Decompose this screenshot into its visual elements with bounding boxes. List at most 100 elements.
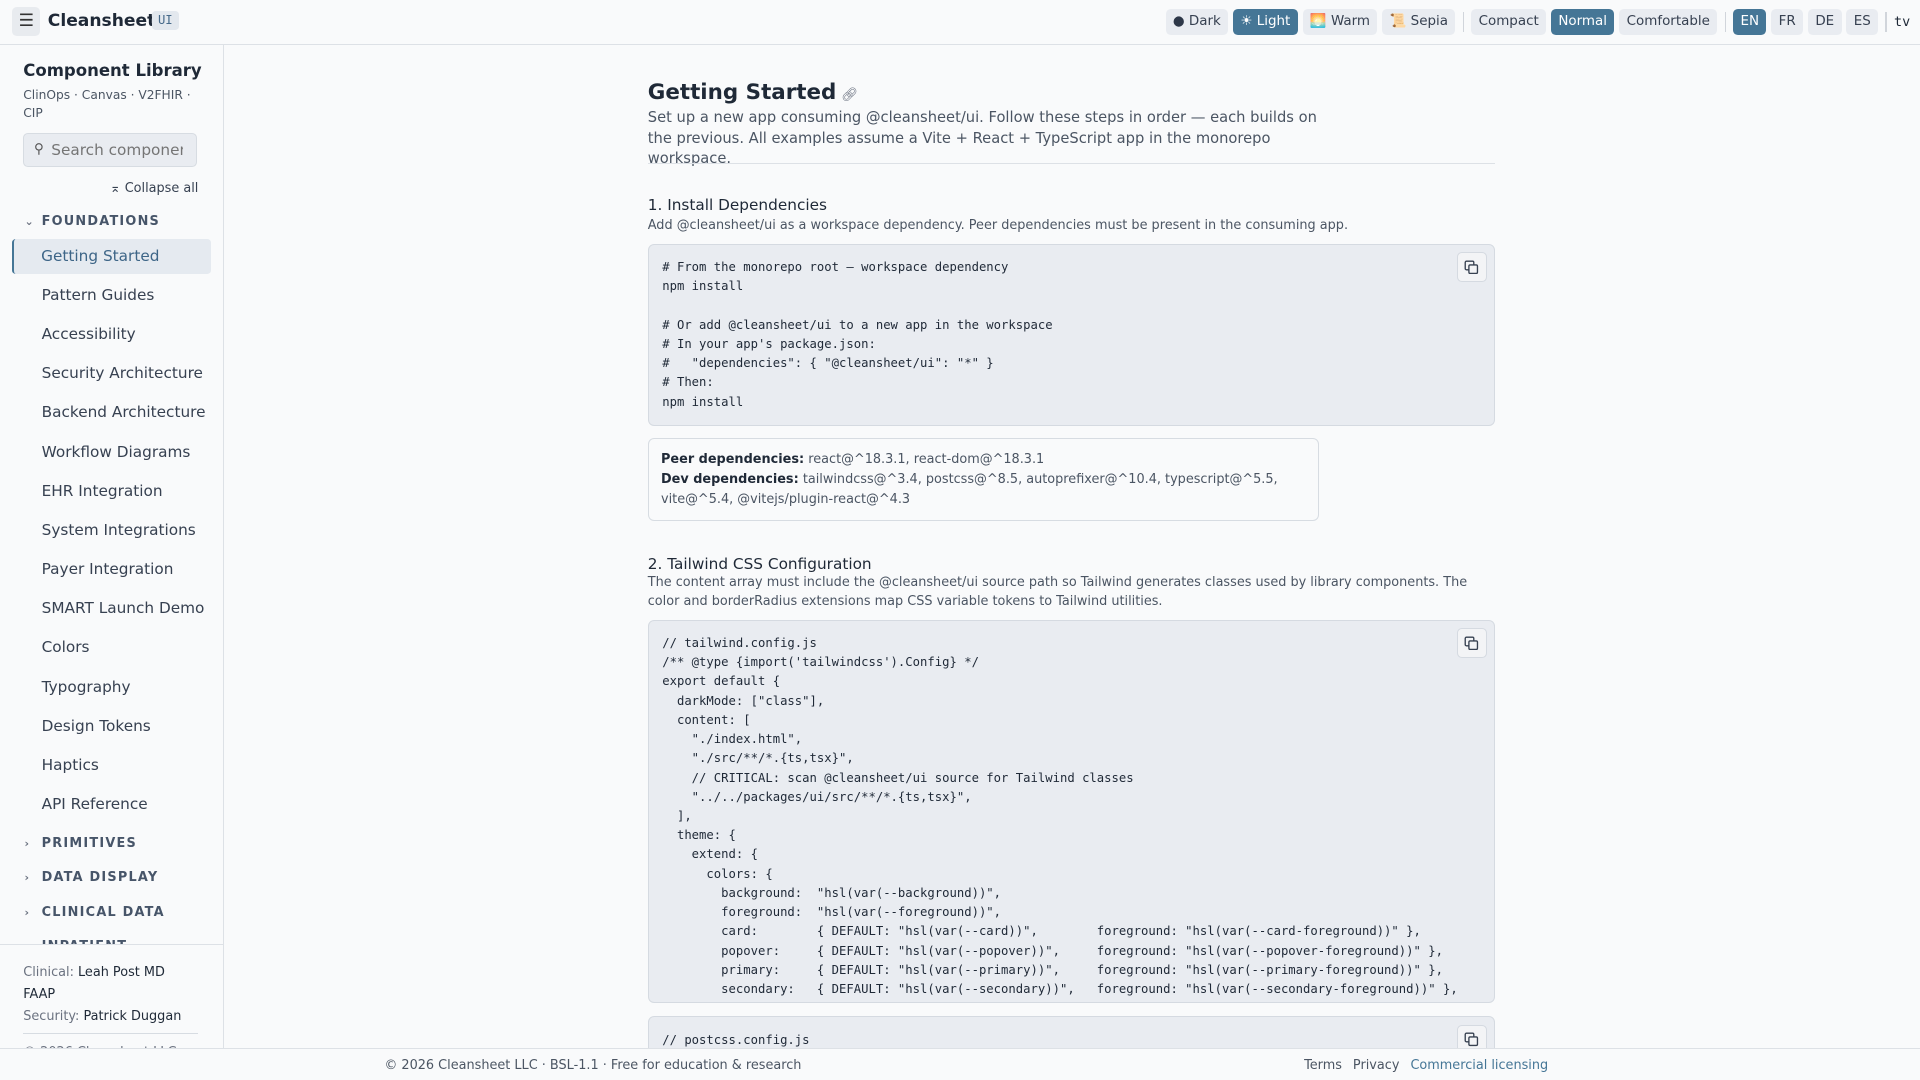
brand-name: Cleansheet (47, 11, 156, 32)
nav-group-clinical-data[interactable]: › CLINICAL DATA (0, 895, 223, 929)
code-block-install: # From the monorepo root — workspace dep… (647, 243, 1496, 427)
copy-button[interactable] (1456, 1024, 1487, 1049)
top-bar: ☰ Cleansheet UI ● Dark ☀ Light 🌅 Warm 📜 … (0, 0, 1920, 46)
step1-heading: 1. Install Dependencies (647, 195, 827, 214)
peer-dependencies: Peer dependencies: react@^18.3.1, react-… (661, 450, 1306, 470)
code-block-tailwind: // tailwind.config.js /** @type {import(… (647, 619, 1496, 1003)
chevron-right-icon: › (24, 871, 30, 885)
divider (1462, 12, 1464, 32)
app: ☰ Cleansheet UI ● Dark ☀ Light 🌅 Warm 📜 … (0, 0, 1920, 1080)
nav-group-label: DATA DISPLAY (41, 870, 159, 886)
tv-mode-button[interactable]: tv (1894, 15, 1910, 30)
hamburger-menu-button[interactable]: ☰ (12, 7, 41, 36)
lang-de-button[interactable]: DE (1807, 8, 1842, 36)
sidebar-item-workflow-diagrams[interactable]: Workflow Diagrams (12, 435, 210, 471)
search-box[interactable]: ⚲ (23, 133, 198, 167)
theme-warm-button[interactable]: 🌅 Warm (1302, 8, 1378, 36)
sidebar-item-api-reference[interactable]: API Reference (12, 787, 210, 823)
dark-icon: ● (1172, 14, 1185, 30)
sidebar-item-getting-started[interactable]: Getting Started (12, 238, 211, 275)
copy-button[interactable] (1456, 252, 1487, 283)
step2-heading: 2. Tailwind CSS Configuration (647, 554, 872, 573)
link-icon[interactable]: 🔗︎ (841, 88, 858, 103)
sidebar-item-accessibility[interactable]: Accessibility (12, 317, 210, 353)
chevron-down-icon: ⌄ (24, 215, 34, 229)
lang-fr-button[interactable]: FR (1771, 8, 1804, 36)
nav-group-data-display[interactable]: › DATA DISPLAY (0, 861, 223, 895)
code-text[interactable]: // tailwind.config.js /** @type {import(… (649, 621, 1494, 1002)
sidebar-item-typography[interactable]: Typography (12, 670, 210, 706)
sidebar-item-payer-integration[interactable]: Payer Integration (12, 552, 210, 588)
terms-link[interactable]: Terms (1304, 1058, 1342, 1073)
divider (1724, 12, 1726, 32)
dependencies-box: Peer dependencies: react@^18.3.1, react-… (647, 438, 1319, 522)
security-name: Patrick Duggan (83, 1009, 182, 1025)
footer-license: © 2026 Cleansheet LLC · BSL-1.1 · Free f… (384, 1057, 802, 1073)
chevron-right-icon: › (24, 905, 30, 919)
dev-dependencies: Dev dependencies: tailwindcss@^3.4, post… (661, 470, 1306, 509)
density-compact-button[interactable]: Compact (1471, 8, 1547, 36)
privacy-link[interactable]: Privacy (1353, 1058, 1400, 1073)
density-comfortable-button[interactable]: Comfortable (1619, 8, 1718, 36)
label: Collapse all (124, 181, 199, 197)
nav-group-inpatient[interactable]: ›INPATIENT (0, 929, 223, 944)
divider (1885, 12, 1887, 32)
code-block-postcss: // postcss.config.js (647, 1016, 1496, 1049)
sidebar-title: Component Library (23, 61, 202, 81)
brand-badge: UI (151, 11, 179, 30)
sun-icon: ☀ (1240, 14, 1253, 30)
label: Security: (23, 1009, 80, 1025)
nav-group-foundations[interactable]: ⌄ FOUNDATIONS (0, 204, 223, 238)
page-footer: © 2026 Cleansheet LLC · BSL-1.1 · Free f… (0, 1048, 1920, 1080)
sidebar-item-haptics[interactable]: Haptics (12, 748, 210, 784)
main-content[interactable]: Getting Started 🔗︎ Set up a new app consu… (224, 45, 1920, 1049)
sidebar-item-pattern-guides[interactable]: Pattern Guides (12, 278, 210, 314)
page-title: Getting Started 🔗︎ (648, 80, 859, 105)
clinical-credit: Clinical: Leah Post MD FAAP (23, 962, 199, 1006)
label: Warm (1330, 14, 1371, 30)
lang-es-button[interactable]: ES (1846, 8, 1879, 36)
step2-description: The content array must include the @clea… (647, 575, 1468, 609)
nav-group-label: FOUNDATIONS (41, 214, 161, 230)
copy-icon (1464, 1032, 1479, 1047)
menu-icon: ☰ (18, 11, 34, 32)
commercial-licensing-link[interactable]: Commercial licensing (1410, 1058, 1548, 1073)
theme-sepia-button[interactable]: 📜 Sepia (1382, 8, 1456, 36)
nav-group-primitives[interactable]: › PRIMITIVES (0, 826, 223, 860)
label: Light (1256, 14, 1291, 30)
toolbar: ● Dark ☀ Light 🌅 Warm 📜 Sepia Compact No… (1165, 8, 1910, 36)
theme-light-button[interactable]: ☀ Light (1233, 8, 1298, 36)
search-icon: ⚲ (34, 142, 44, 158)
code-text[interactable]: // postcss.config.js (649, 1017, 1494, 1048)
scroll-icon: 📜 (1389, 14, 1407, 30)
sidebar-item-design-tokens[interactable]: Design Tokens (12, 709, 210, 745)
security-credit: Security: Patrick Duggan (23, 1006, 199, 1028)
label: Clinical: (23, 965, 74, 981)
sidebar-item-ehr-integration[interactable]: EHR Integration (12, 474, 210, 510)
page-intro: Set up a new app consuming @cleansheet/u… (647, 108, 1317, 168)
copy-button[interactable] (1456, 627, 1487, 659)
nav-group-label: PRIMITIVES (41, 835, 138, 851)
density-normal-button[interactable]: Normal (1551, 8, 1615, 36)
label: Peer dependencies: (660, 452, 805, 468)
theme-dark-button[interactable]: ● Dark (1165, 8, 1229, 36)
sunrise-icon: 🌅 (1309, 14, 1327, 30)
copy-icon (1464, 260, 1479, 274)
step1-description: Add @cleansheet/ui as a workspace depend… (647, 217, 1349, 233)
sidebar-item-smart-launch-demo[interactable]: SMART Launch Demo (12, 591, 210, 627)
search-input[interactable] (51, 140, 184, 159)
code-text[interactable]: # From the monorepo root — workspace dep… (649, 245, 1494, 425)
sidebar-subtitle: ClinOps · Canvas · V2FHIR · CIP (23, 87, 191, 121)
sidebar-item-security-architecture[interactable]: Security Architecture (12, 356, 210, 392)
footer-links: Terms Privacy Commercial licensing (1304, 1058, 1548, 1073)
sidebar-item-backend-architecture[interactable]: Backend Architecture (12, 395, 210, 431)
nav-group-label: CLINICAL DATA (41, 904, 165, 920)
value: react@^18.3.1, react-dom@^18.3.1 (808, 452, 1045, 468)
sidebar-nav: ⌄ FOUNDATIONS Getting Started Pattern Guide… (0, 204, 223, 944)
sidebar-item-system-integrations[interactable]: System Integrations (12, 513, 210, 549)
collapse-all-button[interactable]: ⌅ Collapse all (110, 181, 199, 196)
title-text: Getting Started (647, 79, 837, 105)
sidebar-item-colors[interactable]: Colors (12, 630, 210, 666)
lang-en-button[interactable]: EN (1733, 8, 1767, 36)
label: Dev dependencies: (660, 471, 799, 487)
